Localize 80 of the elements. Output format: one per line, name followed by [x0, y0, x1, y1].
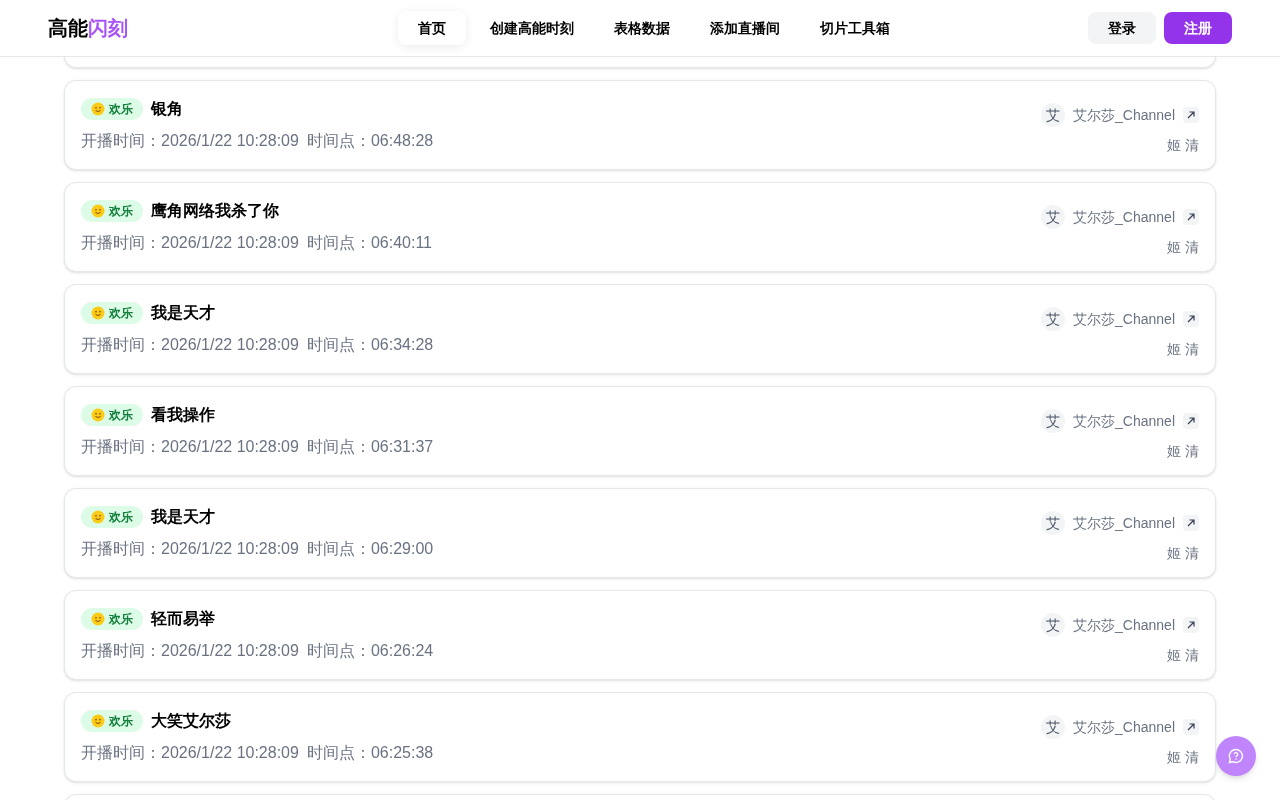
channel-link[interactable]: 艾尔莎_Channel	[1073, 512, 1175, 534]
channel-link[interactable]: 艾尔莎_Channel	[1073, 716, 1175, 738]
channel-link[interactable]: 艾尔莎_Channel	[1073, 206, 1175, 228]
logo[interactable]: 高能闪刻	[48, 13, 398, 43]
channel-link[interactable]: 艾尔莎_Channel	[1073, 410, 1175, 432]
author-name: 姬 清	[1167, 238, 1199, 257]
nav-tab[interactable]: 添加直播间	[694, 11, 796, 45]
login-button[interactable]: 登录	[1088, 12, 1156, 44]
smiley-icon	[91, 306, 105, 320]
external-link-icon[interactable]	[1183, 617, 1199, 633]
moment-card[interactable]: 欢乐 看我操作 开播时间：2026/1/22 10:28:09 时间点：06:31:37 艾 艾尔莎_Channel 姬 清	[64, 386, 1216, 476]
time-point-text: 时间点：06:29:00	[306, 539, 434, 559]
moment-title: 轻而易举	[151, 609, 215, 629]
nav-tab[interactable]: 切片工具箱	[804, 11, 906, 45]
mood-tag: 欢乐	[81, 608, 143, 630]
moment-card[interactable]: 欢乐 银角 开播时间：2026/1/22 10:28:09 时间点：06:48:28 艾 艾尔莎_Channel 姬 清	[64, 80, 1216, 170]
start-time-text: 开播时间：2026/1/22 10:28:09	[81, 335, 299, 355]
time-point-text: 时间点：06:34:28	[306, 335, 434, 355]
channel-avatar: 艾	[1041, 409, 1066, 433]
external-link-icon[interactable]	[1183, 107, 1199, 123]
time-point-text: 时间点：06:26:24	[306, 641, 434, 661]
moment-title: 银角	[151, 99, 183, 119]
mood-tag: 欢乐	[81, 200, 143, 222]
external-link-icon[interactable]	[1183, 413, 1199, 429]
moment-card[interactable]: 欢乐 我是天才 开播时间：2026/1/22 10:28:09 时间点：06:34:28 艾 艾尔莎_Channel 姬 清	[64, 284, 1216, 374]
external-link-icon[interactable]	[1183, 209, 1199, 225]
smiley-icon	[91, 102, 105, 116]
smiley-icon	[91, 714, 105, 728]
channel-avatar: 艾	[1041, 715, 1066, 739]
time-point-text: 时间点：06:31:37	[306, 437, 434, 457]
help-chat-button[interactable]	[1216, 736, 1256, 776]
time-point-text: 时间点：06:48:28	[306, 131, 434, 151]
author-name: 姬 清	[1167, 748, 1199, 767]
nav-tab[interactable]: 首页	[398, 11, 466, 45]
author-name: 姬 清	[1167, 136, 1199, 155]
register-button[interactable]: 注册	[1164, 12, 1232, 44]
author-name: 姬 清	[1167, 340, 1199, 359]
smiley-icon	[91, 510, 105, 524]
moment-card[interactable]: 欢乐 鹰角网络我杀了你 开播时间：2026/1/22 10:28:09 时间点：06:40:11 艾 艾尔莎_Channel 姬 清	[64, 182, 1216, 272]
moment-title: 我是天才	[151, 507, 215, 527]
start-time-text: 开播时间：2026/1/22 10:28:09	[81, 131, 299, 151]
mood-tag: 欢乐	[81, 506, 143, 528]
external-link-icon[interactable]	[1183, 515, 1199, 531]
moment-title: 我是天才	[151, 303, 215, 323]
start-time-text: 开播时间：2026/1/22 10:28:09	[81, 437, 299, 457]
nav-tab[interactable]: 创建高能时刻	[474, 11, 590, 45]
smiley-icon	[91, 204, 105, 218]
start-time-text: 开播时间：2026/1/22 10:28:09	[81, 233, 299, 253]
channel-link[interactable]: 艾尔莎_Channel	[1073, 104, 1175, 126]
channel-link[interactable]: 艾尔莎_Channel	[1073, 308, 1175, 330]
channel-avatar: 艾	[1041, 613, 1066, 637]
mood-tag: 欢乐	[81, 710, 143, 732]
moment-title: 大笑艾尔莎	[151, 711, 231, 731]
smiley-icon	[91, 408, 105, 422]
external-link-icon[interactable]	[1183, 311, 1199, 327]
mood-tag: 欢乐	[81, 98, 143, 120]
author-name: 姬 清	[1167, 442, 1199, 461]
channel-avatar: 艾	[1041, 103, 1066, 127]
moment-card[interactable]: 欢乐 我是天才 开播时间：2026/1/22 10:28:09 时间点：06:29:00 艾 艾尔莎_Channel 姬 清	[64, 488, 1216, 578]
start-time-text: 开播时间：2026/1/22 10:28:09	[81, 743, 299, 763]
moment-card[interactable]: 欢乐 轻而易举 开播时间：2026/1/22 10:28:09 时间点：06:26:24 艾 艾尔莎_Channel 姬 清	[64, 590, 1216, 680]
external-link-icon[interactable]	[1183, 719, 1199, 735]
channel-avatar: 艾	[1041, 205, 1066, 229]
channel-avatar: 艾	[1041, 511, 1066, 535]
moment-card[interactable]: 欢乐 大笑艾尔莎 开播时间：2026/1/22 10:28:09 时间点：06:25:38 艾 艾尔莎_Channel 姬 清	[64, 692, 1216, 782]
author-name: 姬 清	[1167, 646, 1199, 665]
time-point-text: 时间点：06:25:38	[306, 743, 434, 763]
moment-title: 看我操作	[151, 405, 215, 425]
start-time-text: 开播时间：2026/1/22 10:28:09	[81, 641, 299, 661]
help-chat-icon	[1228, 748, 1244, 764]
moment-title: 鹰角网络我杀了你	[151, 201, 279, 221]
time-point-text: 时间点：06:40:11	[306, 233, 432, 253]
channel-link[interactable]: 艾尔莎_Channel	[1073, 614, 1175, 636]
nav-tab[interactable]: 表格数据	[598, 11, 686, 45]
mood-tag: 欢乐	[81, 404, 143, 426]
channel-avatar: 艾	[1041, 307, 1066, 331]
mood-tag: 欢乐	[81, 302, 143, 324]
author-name: 姬 清	[1167, 544, 1199, 563]
smiley-icon	[91, 612, 105, 626]
start-time-text: 开播时间：2026/1/22 10:28:09	[81, 539, 299, 559]
